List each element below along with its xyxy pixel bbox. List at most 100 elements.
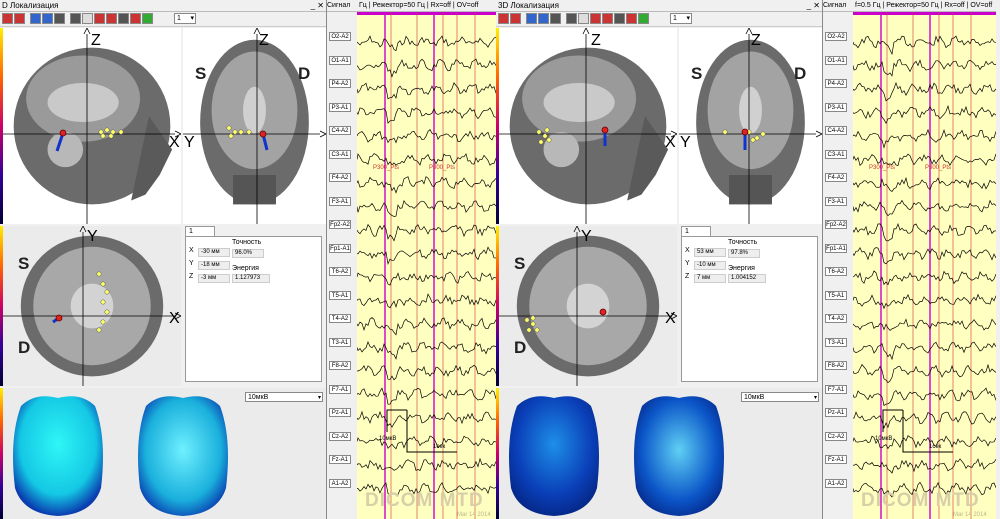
select-icon-button[interactable] [602,13,613,24]
channel-label[interactable]: F8-A2 [825,361,847,370]
pin2-icon-button[interactable] [538,13,549,24]
window-icon-button[interactable] [54,13,65,24]
pin-icon-button[interactable] [526,13,537,24]
cut-icon-button[interactable] [498,13,509,24]
channel-label[interactable]: P3-A1 [825,102,847,112]
channel-label[interactable]: C4-A2 [825,126,847,135]
cross-icon-button[interactable] [510,13,521,24]
scale-amplitude: 10мкВ [379,436,397,442]
grid-icon-button[interactable] [70,13,81,24]
axis-label-x: X [169,310,180,327]
toolbar-select[interactable]: 1 ▾ [174,13,196,24]
eeg-trace [853,318,996,331]
channel-label[interactable]: T6-A2 [329,267,351,276]
channel-label[interactable]: O1-A1 [825,55,847,65]
cross-icon-button[interactable] [14,13,25,24]
arrow-icon-button[interactable] [142,13,153,24]
table-icon-button[interactable] [82,13,93,24]
eeg-trace [357,271,500,286]
channel-label[interactable]: T4-A2 [825,314,847,323]
channel-label[interactable]: T6-A2 [825,267,847,276]
cut-icon-button[interactable] [2,13,13,24]
arrow-h-icon [319,130,326,138]
eeg-trace [853,387,996,407]
channel-label[interactable]: Cz-A2 [825,431,847,441]
layers-icon-button[interactable] [94,13,105,24]
channel-label[interactable]: T3-A1 [329,337,351,347]
orientation-s: S [514,254,526,273]
axis-label-y: Y [581,228,592,245]
window-icon-button[interactable] [550,13,561,24]
channel-label[interactable]: Fz-A1 [825,455,847,464]
channel-label[interactable]: F8-A2 [329,361,351,370]
channel-label[interactable]: A1-A2 [329,478,351,488]
electrode-point [524,317,530,323]
channel-label[interactable]: Fp1-A1 [329,243,351,253]
channel-label[interactable]: Pz-A1 [825,408,847,417]
channel-label[interactable]: F4-A2 [329,173,351,182]
electrode-point [96,327,102,333]
grid-icon-button[interactable] [566,13,577,24]
title-bar: D Локализация _ ✕ [0,0,326,12]
info-tab[interactable]: 1 [681,226,711,236]
channel-label[interactable]: T5-A1 [329,290,351,300]
arrow-icon-button[interactable] [638,13,649,24]
channel-label[interactable]: F4-A2 [825,173,847,182]
close-button[interactable]: ✕ [813,1,820,10]
channel-label[interactable]: O2-A2 [329,32,351,41]
channel-label[interactable]: Pz-A1 [329,408,351,417]
table-icon-button[interactable] [578,13,589,24]
amplitude-select[interactable]: 10мкВ ▾ [741,392,819,402]
channel-label[interactable]: P3-A1 [329,102,351,112]
eeg-trace [357,457,500,471]
channel-label[interactable]: C3-A1 [825,149,847,159]
layers-icon-button[interactable] [590,13,601,24]
coronal-view[interactable]: S D Z Y [679,28,822,224]
axial-view[interactable]: S D Y X [499,226,677,386]
orientation-d: D [514,338,527,357]
eeg-trace [853,458,996,474]
channel-label[interactable]: O1-A1 [329,55,351,65]
brain-icon-button[interactable] [614,13,625,24]
channel-label[interactable]: Cz-A2 [329,431,351,441]
target-icon-button[interactable] [626,13,637,24]
topomap-right [138,396,228,516]
target-icon-button[interactable] [130,13,141,24]
info-tab[interactable]: 1 [185,226,215,236]
pin2-icon-button[interactable] [42,13,53,24]
electrode-point [108,133,114,139]
select-icon-button[interactable] [106,13,117,24]
channel-label[interactable]: C3-A1 [329,149,351,159]
eeg-plot[interactable]: P300_Pts P300_Pts 10мкВ 1сек DICOM MTD Mar 14… [357,12,500,519]
channel-label[interactable]: F3-A1 [329,196,351,206]
sagittal-view[interactable]: ZX [499,28,677,224]
eeg-trace [853,222,996,242]
channel-label[interactable]: T4-A2 [329,314,351,323]
eeg-plot[interactable]: P300_Pts P300_Pts 10мкВ 1сек DICOM MTD Mar 14… [853,12,996,519]
pin-icon-button[interactable] [30,13,41,24]
toolbar-select[interactable]: 1 ▾ [670,13,692,24]
channel-label[interactable]: F7-A1 [825,384,847,394]
sagittal-view[interactable]: ZX [3,28,181,224]
topographic-maps [3,388,326,519]
channel-label[interactable]: P4-A2 [825,79,847,88]
channel-label[interactable]: T3-A1 [825,337,847,347]
channel-label[interactable]: Fp1-A1 [825,243,847,253]
close-button[interactable]: ✕ [317,1,324,10]
electrode-point [544,127,550,133]
axial-view[interactable]: S D Y X [3,226,181,386]
channel-label[interactable]: F3-A1 [825,196,847,206]
channel-label[interactable]: P4-A2 [329,79,351,88]
channel-label[interactable]: A1-A2 [825,478,847,488]
coronal-view[interactable]: S D Z Y [183,28,326,224]
channel-label[interactable]: O2-A2 [825,32,847,41]
amplitude-select[interactable]: 10мкВ ▾ [245,392,323,402]
brain-icon-button[interactable] [118,13,129,24]
channel-label[interactable]: Fp2-A2 [329,220,351,229]
channel-label[interactable]: Fp2-A2 [825,220,847,229]
channel-label[interactable]: T5-A1 [825,290,847,300]
electrode-point [104,309,110,315]
channel-label[interactable]: F7-A1 [329,384,351,394]
channel-label[interactable]: C4-A2 [329,126,351,135]
channel-label[interactable]: Fz-A1 [329,455,351,464]
